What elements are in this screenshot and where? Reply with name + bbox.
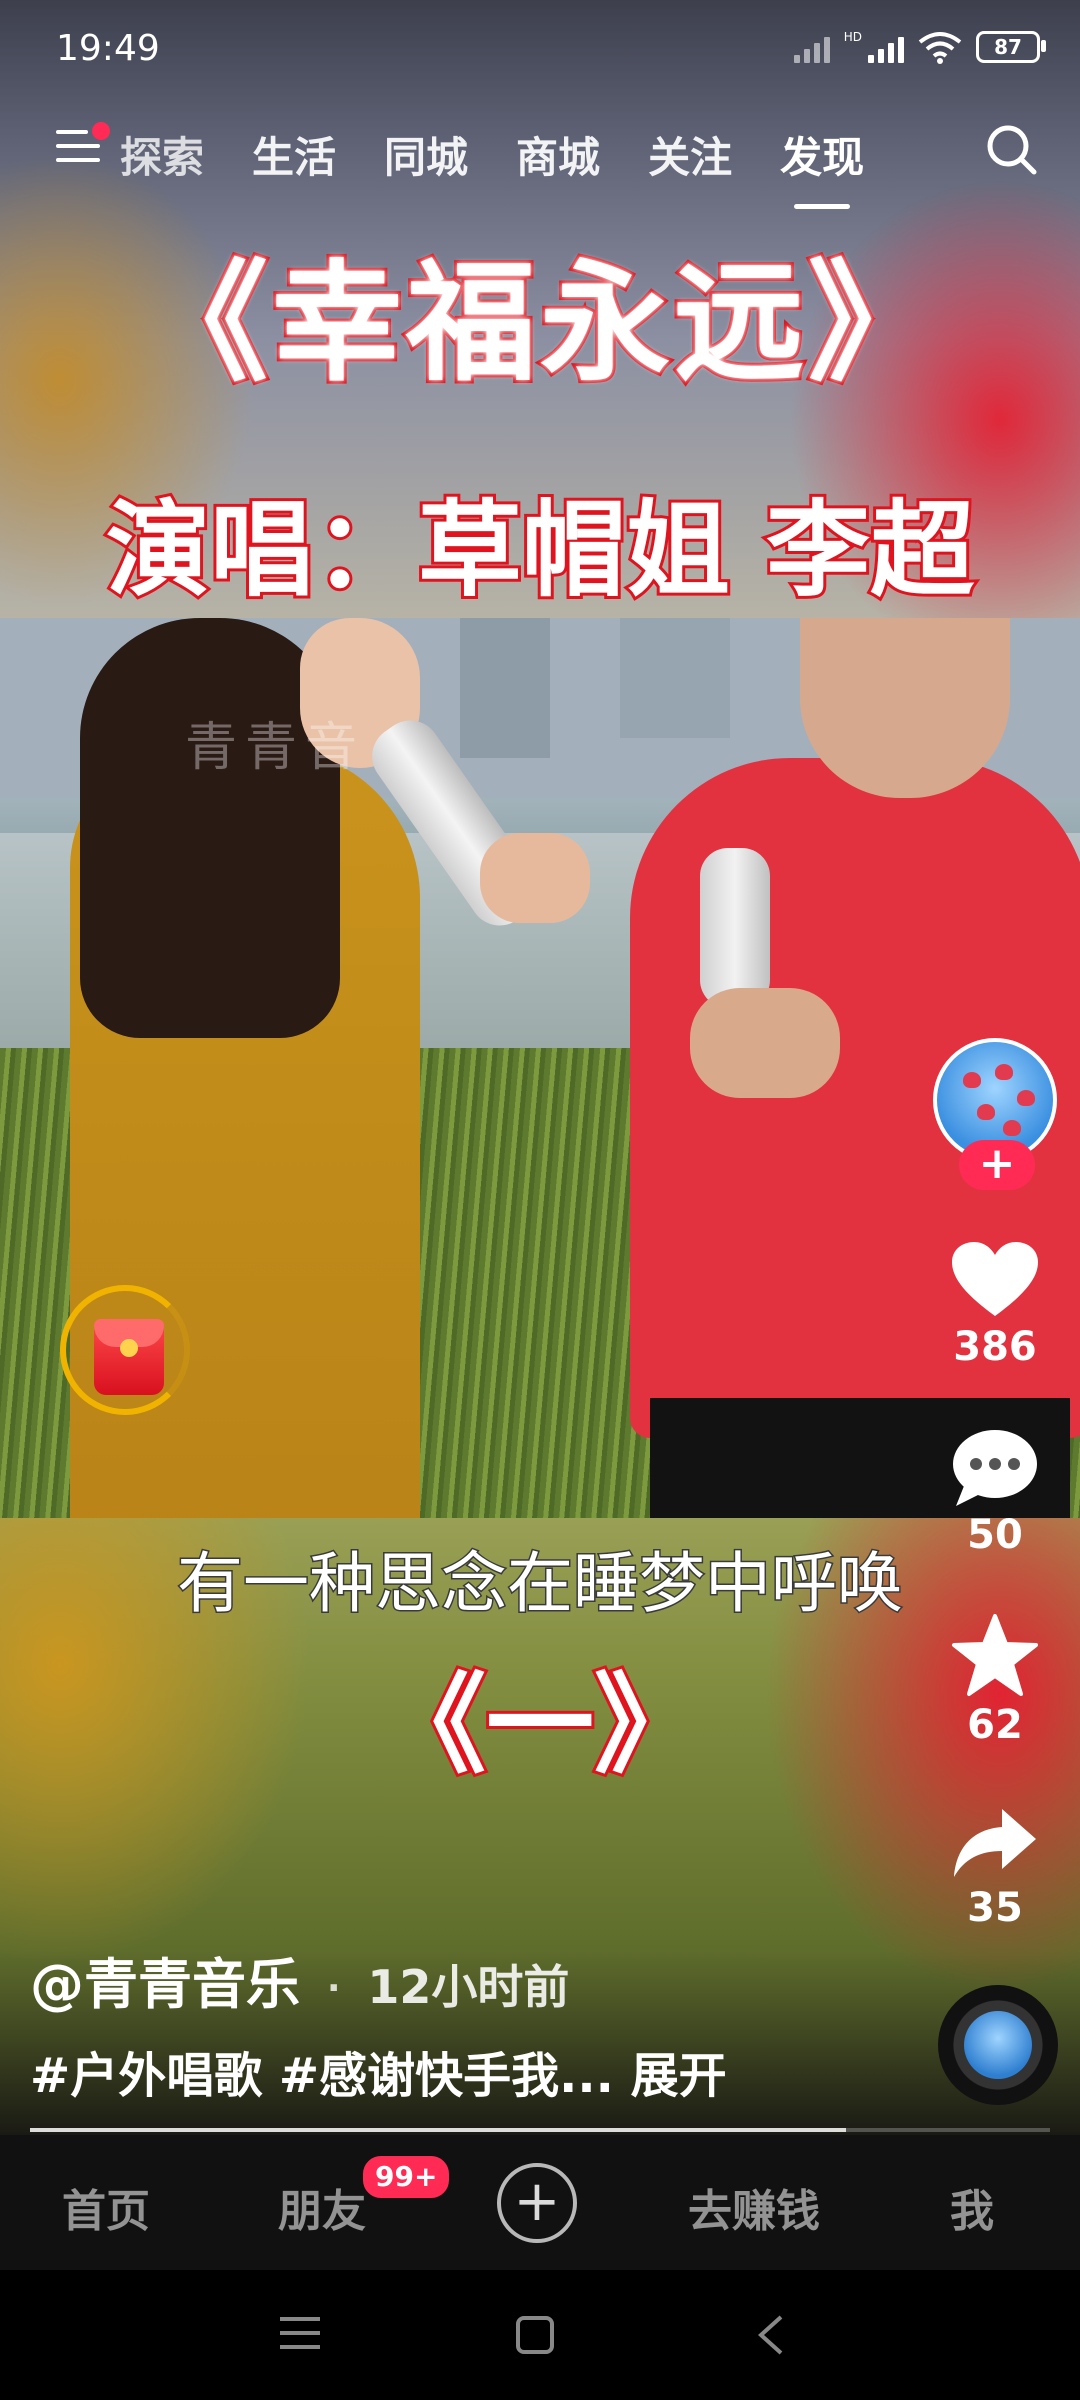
music-cover-icon — [964, 2011, 1032, 2079]
building — [620, 618, 730, 738]
like-count: 386 — [953, 1324, 1037, 1370]
nav-friends[interactable]: 朋友 — [278, 2175, 366, 2239]
recent-apps-icon[interactable] — [280, 2315, 320, 2351]
home-icon[interactable] — [515, 2315, 555, 2355]
nav-earn[interactable]: 去赚钱 — [688, 2175, 820, 2239]
hand — [480, 833, 590, 923]
star-icon — [952, 1614, 1038, 1696]
heart-icon — [952, 1242, 1038, 1316]
favorite-button[interactable]: 62 — [930, 1612, 1060, 1748]
building — [460, 618, 550, 758]
search-icon[interactable] — [984, 122, 1040, 178]
watermark: 青青音 — [185, 718, 366, 778]
lyrics-subtitle: 有一种思念在睡梦中呼唤 — [176, 1544, 905, 1624]
wifi-icon — [918, 32, 962, 64]
author-line: @青青音乐 · 12小时前 — [30, 1940, 569, 2019]
friends-badge: 99+ — [360, 2153, 453, 2201]
author-name[interactable]: @青青音乐 — [30, 1953, 300, 2016]
tab-explore[interactable]: 探索 — [120, 124, 204, 185]
video-title-song: 《幸福永远》 — [135, 244, 942, 402]
share-icon — [954, 1809, 1036, 1877]
tab-following[interactable]: 关注 — [648, 124, 732, 185]
status-time: 19:49 — [56, 28, 160, 69]
tab-discover[interactable]: 发现 — [780, 124, 864, 209]
favorite-count: 62 — [967, 1702, 1023, 1748]
tab-mall[interactable]: 商城 — [516, 124, 600, 185]
microphone — [700, 848, 770, 1008]
like-button[interactable]: 386 — [930, 1240, 1060, 1370]
battery-icon: 87 — [976, 31, 1046, 63]
system-nav-bar — [0, 2270, 1080, 2400]
comment-count: 50 — [967, 1512, 1023, 1558]
signal-icon — [793, 31, 830, 63]
share-count: 35 — [967, 1885, 1023, 1931]
notification-dot — [92, 122, 110, 140]
share-button[interactable]: 35 — [930, 1805, 1060, 1931]
video-title-singers: 演唱：草帽姐 李超 — [103, 486, 977, 614]
bottom-nav: 首页 朋友 99+ + 去赚钱 我 — [0, 2135, 1080, 2270]
comment-button[interactable]: 50 — [930, 1428, 1060, 1558]
red-packet-button[interactable] — [60, 1285, 190, 1415]
status-icons: HD 87 — [793, 30, 1046, 64]
video-progress-fill — [30, 2128, 846, 2132]
tab-local[interactable]: 同城 — [384, 124, 468, 185]
post-time: 12小时前 — [367, 1960, 570, 2014]
nav-home[interactable]: 首页 — [62, 2175, 150, 2239]
network-label: HD — [843, 30, 862, 44]
comment-icon — [953, 1430, 1037, 1506]
video-progress[interactable] — [30, 2128, 1050, 2132]
part-label: 《一》 — [375, 1660, 705, 1791]
tab-life[interactable]: 生活 — [252, 124, 336, 185]
separator: · — [326, 1967, 341, 2009]
hand — [690, 988, 840, 1098]
video-caption[interactable]: #户外唱歌 #感谢快手我... 展开 — [30, 2036, 727, 2106]
music-disc[interactable] — [938, 1985, 1058, 2105]
signal-icon — [868, 31, 904, 63]
follow-button[interactable]: + — [959, 1140, 1035, 1190]
top-tabs: 探索 生活 同城 商城 关注 发现 — [120, 124, 864, 209]
red-packet-icon — [94, 1319, 164, 1395]
back-icon[interactable] — [755, 2315, 785, 2355]
nav-me[interactable]: 我 — [950, 2175, 994, 2239]
create-button[interactable]: + — [497, 2163, 577, 2243]
